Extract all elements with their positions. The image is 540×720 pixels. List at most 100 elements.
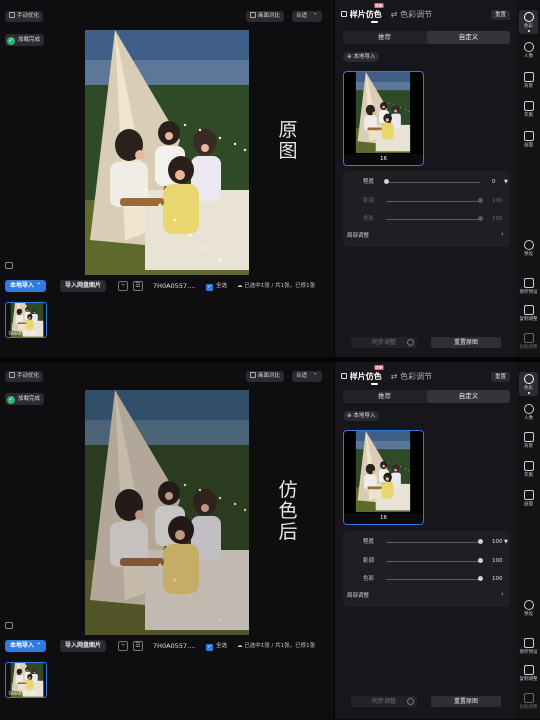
adjust-box: 程度 100 ▼ 影调 100 色彩 100 局部调整 › [343, 531, 510, 607]
feedback-icon[interactable] [5, 262, 13, 269]
thumbnail-item[interactable]: 7H0A0557.JPG [5, 302, 47, 338]
tool-color[interactable]: 色彩 [519, 10, 538, 34]
settings-tabs: 样片仿色 焕新 ⇄ 色彩调节 [341, 365, 432, 385]
manual-optimize-button[interactable]: 手动优化 [5, 11, 44, 22]
slider-color[interactable]: 色彩 100 [343, 214, 510, 224]
segment-recommend[interactable]: 推荐 [343, 31, 426, 44]
tool-clothes[interactable]: 衣服 [519, 101, 538, 118]
compare-button[interactable]: 画面对比 [246, 11, 285, 22]
select-all-checkbox[interactable]: ✓ 全选 [206, 640, 227, 652]
tool-frame[interactable]: 画面 [519, 131, 538, 148]
portrait-icon [523, 404, 534, 414]
tool-copy-adjust[interactable]: 复制调整 [519, 305, 538, 322]
slider-track[interactable] [386, 218, 480, 220]
import-bar: 本地导入 ⌃ 导入网盘图片 ⑂ ☰ 7H0A0557.... ✓ 全选 ☁ 已选中… [0, 280, 334, 294]
select-all-checkbox[interactable]: ✓ 全选 [206, 280, 227, 292]
tool-portrait[interactable]: 人像 [519, 42, 538, 59]
tool-save-preset[interactable]: 保存预设 [519, 638, 538, 655]
tab-sample-color[interactable]: 样片仿色 [350, 10, 382, 19]
chevron-right-icon[interactable]: › [501, 590, 504, 598]
adjust-box: 程度 0 ▼ 影调 100 色彩 100 局部调整 › [343, 171, 510, 247]
zoom-fit-select[interactable]: 合适 ⌃ [292, 371, 322, 382]
tool-save-preset[interactable]: 保存预设 [519, 278, 538, 295]
slider-tone[interactable]: 影调 100 [343, 556, 510, 566]
reset-button[interactable]: 重置 [491, 372, 511, 382]
tool-copy-adjust[interactable]: 复制调整 [519, 665, 538, 682]
checkbox-checked-icon: ✓ [206, 644, 213, 651]
chevron-up-icon: ⌃ [36, 282, 42, 289]
slider-knob[interactable] [478, 558, 483, 563]
tool-background[interactable]: 背景 [519, 432, 538, 449]
caret-down-icon[interactable]: ▼ [504, 177, 508, 187]
reset-original-button[interactable]: 重置原图 [431, 696, 501, 707]
slider-degree[interactable]: 程度 100 ▼ [343, 537, 510, 547]
segment-custom[interactable]: 自定义 [427, 31, 510, 44]
filename-label: 7H0A0557.... [153, 282, 196, 290]
slider-tone[interactable]: 影调 100 [343, 196, 510, 206]
import-cloud-button[interactable]: 导入网盘图片 [60, 640, 107, 652]
filter-icon[interactable]: ⑂ [118, 281, 128, 291]
slider-track[interactable] [386, 200, 480, 202]
slider-value: 0 [492, 179, 496, 185]
tool-clothes[interactable]: 衣服 [519, 461, 538, 478]
slider-label: 影调 [363, 198, 375, 204]
load-status-badge: ✓ 加载完成 [5, 34, 45, 46]
slider-label: 影调 [363, 558, 375, 564]
slider-color[interactable]: 色彩 100 [343, 574, 510, 584]
tab-color-adjust[interactable]: 色彩调节 [400, 372, 432, 381]
active-dot [527, 30, 530, 32]
segment-custom[interactable]: 自定义 [427, 390, 510, 403]
sort-icon[interactable]: ☰ [133, 641, 143, 651]
tool-background[interactable]: 背景 [519, 72, 538, 89]
tool-frame[interactable]: 画面 [519, 490, 538, 507]
feedback-icon[interactable] [5, 622, 13, 629]
sample-local-import-button[interactable]: ⊕ 本地导入 [343, 52, 380, 62]
slider-knob[interactable] [478, 198, 483, 203]
crop-icon [523, 131, 534, 141]
main-photo[interactable] [85, 390, 249, 635]
slider-knob[interactable] [384, 179, 389, 184]
sync-toggle-icon[interactable] [407, 339, 414, 346]
sample-local-import-button[interactable]: ⊕ 本地导入 [343, 411, 380, 421]
sample-card[interactable]: 16 [343, 71, 424, 166]
tool-preset[interactable]: 预设 [519, 600, 538, 617]
reset-button[interactable]: 重置 [491, 10, 511, 20]
slider-track[interactable] [386, 181, 480, 183]
tool-paste-adjust[interactable]: 粘贴调整 [519, 333, 538, 350]
slider-label: 程度 [363, 539, 375, 545]
tool-preset[interactable]: 预设 [519, 240, 538, 257]
sample-card[interactable]: 16 [343, 430, 424, 525]
slider-knob[interactable] [478, 576, 483, 581]
caret-down-icon[interactable]: ▼ [504, 537, 508, 547]
canvas-toolbar: 手动优化 画面对比 合适 ⌃ [0, 362, 334, 388]
slider-knob[interactable] [478, 216, 483, 221]
sync-toggle-icon[interactable] [407, 698, 414, 705]
filter-icon[interactable]: ⑂ [118, 641, 128, 651]
compare-button[interactable]: 画面对比 [246, 371, 285, 382]
slider-knob[interactable] [478, 539, 483, 544]
cloud-icon: ☁ [237, 643, 243, 649]
import-cloud-button[interactable]: 导入网盘图片 [60, 280, 107, 292]
tool-color[interactable]: 色彩 [519, 372, 538, 396]
tool-paste-adjust[interactable]: 粘贴调整 [519, 693, 538, 710]
tab-color-adjust[interactable]: 色彩调节 [400, 10, 432, 19]
main-photo[interactable] [85, 30, 249, 275]
slider-track[interactable] [386, 560, 480, 562]
import-local-button[interactable]: 本地导入 ⌃ [5, 280, 47, 292]
manual-optimize-button[interactable]: 手动优化 [5, 371, 44, 382]
zoom-fit-select[interactable]: 合适 ⌃ [292, 11, 322, 22]
thumbnail-item[interactable]: 7H0A0557.JPG [5, 662, 47, 698]
local-adjust-link[interactable]: 局部调整 [347, 591, 369, 599]
import-local-button[interactable]: 本地导入 ⌃ [5, 640, 47, 652]
checkbox-checked-icon: ✓ [206, 284, 213, 291]
reset-original-button[interactable]: 重置原图 [431, 337, 501, 348]
chevron-right-icon[interactable]: › [501, 230, 504, 238]
tool-portrait[interactable]: 人像 [519, 404, 538, 421]
segment-recommend[interactable]: 推荐 [343, 390, 426, 403]
slider-track[interactable] [386, 578, 480, 580]
local-adjust-link[interactable]: 局部调整 [347, 231, 369, 239]
sort-icon[interactable]: ☰ [133, 281, 143, 291]
slider-track[interactable] [386, 541, 480, 543]
slider-degree[interactable]: 程度 0 ▼ [343, 177, 510, 187]
tab-sample-color[interactable]: 样片仿色 [350, 372, 382, 381]
